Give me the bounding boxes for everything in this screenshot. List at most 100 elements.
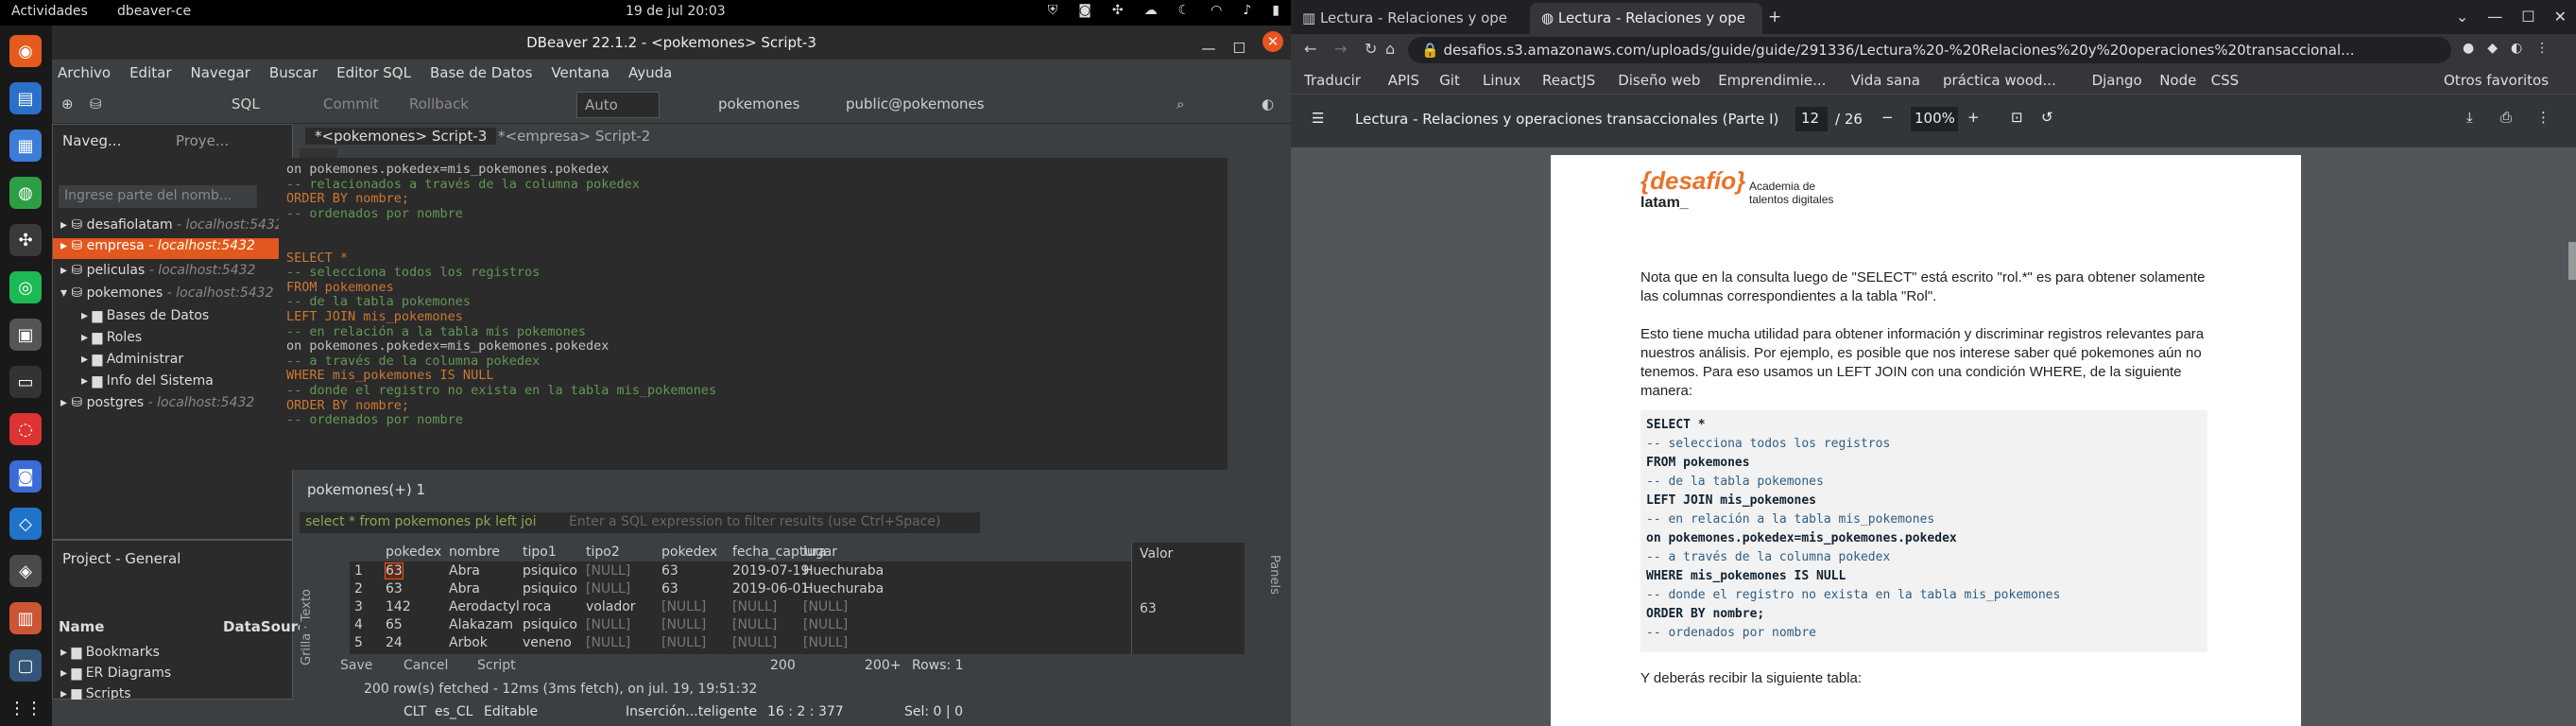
bookmark-item[interactable]: práctica wood... <box>1943 72 2056 89</box>
tab-navigator[interactable]: Naveg... <box>62 132 121 149</box>
database-icon[interactable]: ⛁ <box>90 95 102 112</box>
bookmark-item[interactable]: ReactJS <box>1542 72 1595 89</box>
app-grid-icon[interactable]: ⋮⋮ <box>9 692 43 724</box>
grid-cell[interactable]: volador <box>586 599 636 614</box>
sql-button[interactable]: SQL <box>232 95 260 112</box>
script-button[interactable]: Script <box>477 658 516 673</box>
more-icon[interactable]: ⋮ <box>2536 109 2550 126</box>
filter-input[interactable]: Enter a SQL expression to filter results… <box>569 514 941 529</box>
transaction-mode-select[interactable]: Auto <box>576 92 660 118</box>
column-header[interactable]: pokedex <box>661 544 717 560</box>
grid-cell[interactable]: 5 <box>354 635 363 650</box>
menu-ayuda[interactable]: Ayuda <box>628 60 672 86</box>
files-icon[interactable]: ▤ <box>9 82 42 114</box>
grid-cell[interactable]: 2 <box>354 581 363 596</box>
grid-cell[interactable]: Huechuraba <box>803 581 884 596</box>
profile-icon[interactable]: ◐ <box>2511 41 2522 56</box>
results-grid[interactable]: pokedex nombre tipo1 tipo2 pokedex fecha_capt… <box>350 543 1131 654</box>
fit-page-icon[interactable]: ⊡ <box>2011 109 2023 126</box>
dbeaver-icon[interactable]: ◈ <box>9 555 42 587</box>
bookmark-item[interactable]: APIS <box>1388 72 1419 89</box>
avatar[interactable]: ◐ <box>1262 95 1274 112</box>
grid-cell[interactable]: [NULL] <box>803 617 848 632</box>
tree-item[interactable]: ▸ ⛁ postgres - localhost:5432 <box>60 395 254 410</box>
address-bar[interactable]: 🔒 desafios.s3.amazonaws.com/uploads/guid… <box>1408 37 2451 63</box>
menu-editor-sql[interactable]: Editor SQL <box>336 60 411 86</box>
slack-icon[interactable]: ✣ <box>9 224 42 256</box>
fetch-size-input[interactable]: 200 <box>770 658 796 673</box>
spotify-icon[interactable]: ◎ <box>9 271 42 303</box>
grid-cell[interactable]: 4 <box>354 617 363 632</box>
tab-project-general[interactable]: Project - General <box>62 550 180 567</box>
grid-cell[interactable]: Abra <box>449 563 480 579</box>
grid-cell[interactable]: 3 <box>354 599 363 614</box>
bookmark-item[interactable]: CSS <box>2211 72 2240 89</box>
active-datasource-select[interactable]: pokemones <box>718 95 799 112</box>
active-schema-select[interactable]: public@pokemones <box>846 95 985 112</box>
close-icon[interactable]: ✕ <box>2554 8 2567 26</box>
pdf-viewport[interactable]: {desafío} latam_ Academia de talentos di… <box>1291 147 2576 726</box>
new-tab-icon[interactable]: + <box>1768 8 1781 26</box>
activities-button[interactable]: Actividades <box>11 4 88 19</box>
night-light-icon[interactable]: ☾ <box>1178 3 1191 18</box>
grid-cell[interactable]: [NULL] <box>732 635 777 650</box>
zoom-in-icon[interactable]: + <box>1967 109 1980 126</box>
discord-icon[interactable]: ◙ <box>9 460 42 493</box>
menu-navegar[interactable]: Navegar <box>191 60 250 86</box>
pdf-menu-icon[interactable]: ☰ <box>1312 110 1324 127</box>
grid-cell[interactable]: psiquico <box>523 581 577 596</box>
menu-archivo[interactable]: Archivo <box>58 60 111 86</box>
tree-item[interactable]: ▾ ⛁ pokemones - localhost:5432 <box>60 285 273 301</box>
bookmark-item[interactable]: Git <box>1439 72 1460 89</box>
panels-tab[interactable]: Panels <box>1267 555 1281 595</box>
menu-editar[interactable]: Editar <box>129 60 171 86</box>
tree-item[interactable]: ▸ ▆ Roles <box>81 330 142 345</box>
commit-button[interactable]: Commit <box>323 95 379 112</box>
grid-cell[interactable]: Abra <box>449 581 480 596</box>
bookmark-item[interactable]: Linux <box>1483 72 1520 89</box>
zoom-input[interactable]: 100% <box>1911 107 1958 131</box>
grid-cell[interactable]: psiquico <box>523 563 577 579</box>
chrome-icon[interactable]: ◍ <box>9 177 42 209</box>
battery-icon[interactable]: ▮ <box>1272 3 1279 18</box>
docs-icon[interactable]: ▦ <box>9 130 42 162</box>
tab-script-2[interactable]: *<empresa> Script-2 <box>498 128 650 145</box>
vscode-icon[interactable]: ◇ <box>9 508 42 540</box>
rollback-button[interactable]: Rollback <box>409 95 469 112</box>
grid-cell[interactable]: 65 <box>386 617 403 632</box>
grid-cell[interactable]: [NULL] <box>586 581 630 596</box>
grid-cell[interactable]: roca <box>523 599 551 614</box>
menu-icon[interactable]: ⋮ <box>2535 41 2549 56</box>
grid-cell[interactable]: 2019-06-01 <box>732 581 809 596</box>
grid-cell[interactable]: Aerodactyl <box>449 599 520 614</box>
back-icon[interactable]: ← <box>1304 40 1316 58</box>
grid-cell[interactable]: 2019-07-19 <box>732 563 809 579</box>
grid-cell[interactable]: psiquico <box>523 617 577 632</box>
project-item-bookmarks[interactable]: ▸ ▆ Bookmarks <box>60 645 160 660</box>
tree-item[interactable]: ▸ ▆ Info del Sistema <box>81 373 214 389</box>
print-icon[interactable]: ⎙ <box>2500 109 2512 126</box>
column-header[interactable]: tipo1 <box>523 544 557 560</box>
download-icon[interactable]: ⤓ <box>2466 109 2473 126</box>
app-menu[interactable]: dbeaver-ce <box>117 4 191 19</box>
menu-buscar[interactable]: Buscar <box>269 60 318 86</box>
grid-cell[interactable]: [NULL] <box>586 563 630 579</box>
grid-cell[interactable]: 63 <box>385 562 404 579</box>
bookmark-item[interactable]: Vida sana <box>1851 72 1920 89</box>
grid-cell[interactable]: Huechuraba <box>803 563 884 579</box>
grid-cell[interactable]: [NULL] <box>803 599 848 614</box>
grid-cell[interactable]: [NULL] <box>732 617 777 632</box>
fetch-next-button[interactable]: 200+ <box>865 658 901 673</box>
maximize-icon[interactable]: ☐ <box>2521 8 2534 26</box>
zoom-out-icon[interactable]: − <box>1881 109 1894 126</box>
grid-cell[interactable]: [NULL] <box>586 635 630 650</box>
page-number-input[interactable]: 12 <box>1795 107 1828 131</box>
bookmark-item[interactable]: Emprendimie... <box>1718 72 1826 89</box>
notes-icon[interactable]: ▥ <box>9 602 42 634</box>
slack-icon[interactable]: ✣ <box>1112 3 1124 18</box>
menu-base-de-datos[interactable]: Base de Datos <box>430 60 532 86</box>
column-header[interactable]: lugar <box>803 544 837 560</box>
tree-item[interactable]: ▸ ▆ Administrar <box>81 352 183 367</box>
grid-cell[interactable]: Alakazam <box>449 617 513 632</box>
help-icon[interactable]: ◌ <box>9 413 42 445</box>
